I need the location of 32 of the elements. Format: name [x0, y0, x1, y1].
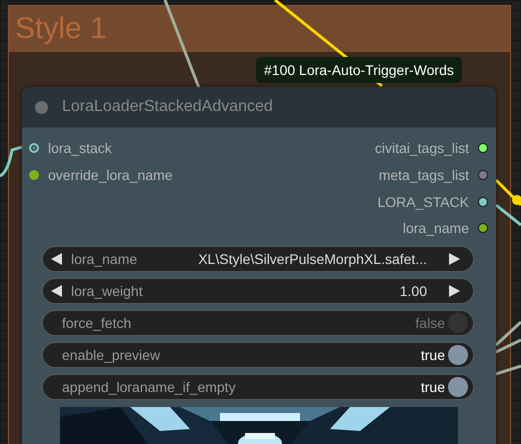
collapse-dot-icon[interactable] — [35, 100, 48, 114]
combo-widget[interactable]: lora_name XL\Style\SilverPulseMorphXL.safet... — [42, 246, 474, 272]
input-label: lora_stack — [48, 140, 112, 156]
right-arrow-icon[interactable] — [449, 284, 460, 297]
toggle-widget[interactable]: enable_preview true — [42, 342, 474, 368]
output-label: civitai_tags_list — [374, 140, 469, 156]
input-slot-icon[interactable] — [29, 170, 39, 180]
output-slot-icon[interactable] — [478, 223, 488, 234]
left-arrow-icon[interactable] — [51, 252, 62, 265]
output-slot-icon[interactable] — [478, 143, 488, 154]
wire — [496, 364, 521, 376]
output-label: LORA_STACK — [377, 194, 469, 210]
input-slot-icon[interactable] — [29, 143, 39, 154]
output-label: lora_name — [402, 220, 469, 236]
node-header[interactable]: LoraLoaderStackedAdvanced — [22, 87, 496, 128]
toggle-widget[interactable]: force_fetch false — [42, 310, 474, 336]
wire — [495, 204, 521, 226]
toggle-knob-icon — [448, 312, 468, 333]
right-arrow-icon[interactable] — [449, 252, 460, 265]
toggle-knob-icon — [448, 376, 468, 397]
toggle-widget[interactable]: append_loraname_if_empty true — [42, 374, 474, 400]
wire — [0, 146, 22, 178]
number-widget[interactable]: lora_weight 1.00 — [42, 278, 474, 304]
left-arrow-icon[interactable] — [51, 284, 62, 297]
wire — [494, 178, 521, 206]
output-label: meta_tags_list — [378, 167, 469, 184]
wire-joint — [512, 195, 521, 205]
input-label: override_lora_name — [48, 167, 173, 184]
node-badge: #100 Lora-Auto-Trigger-Words — [256, 57, 462, 83]
toggle-knob-icon — [448, 344, 468, 365]
output-slot-icon[interactable] — [478, 196, 488, 207]
group-title: Style 1 — [15, 11, 107, 47]
